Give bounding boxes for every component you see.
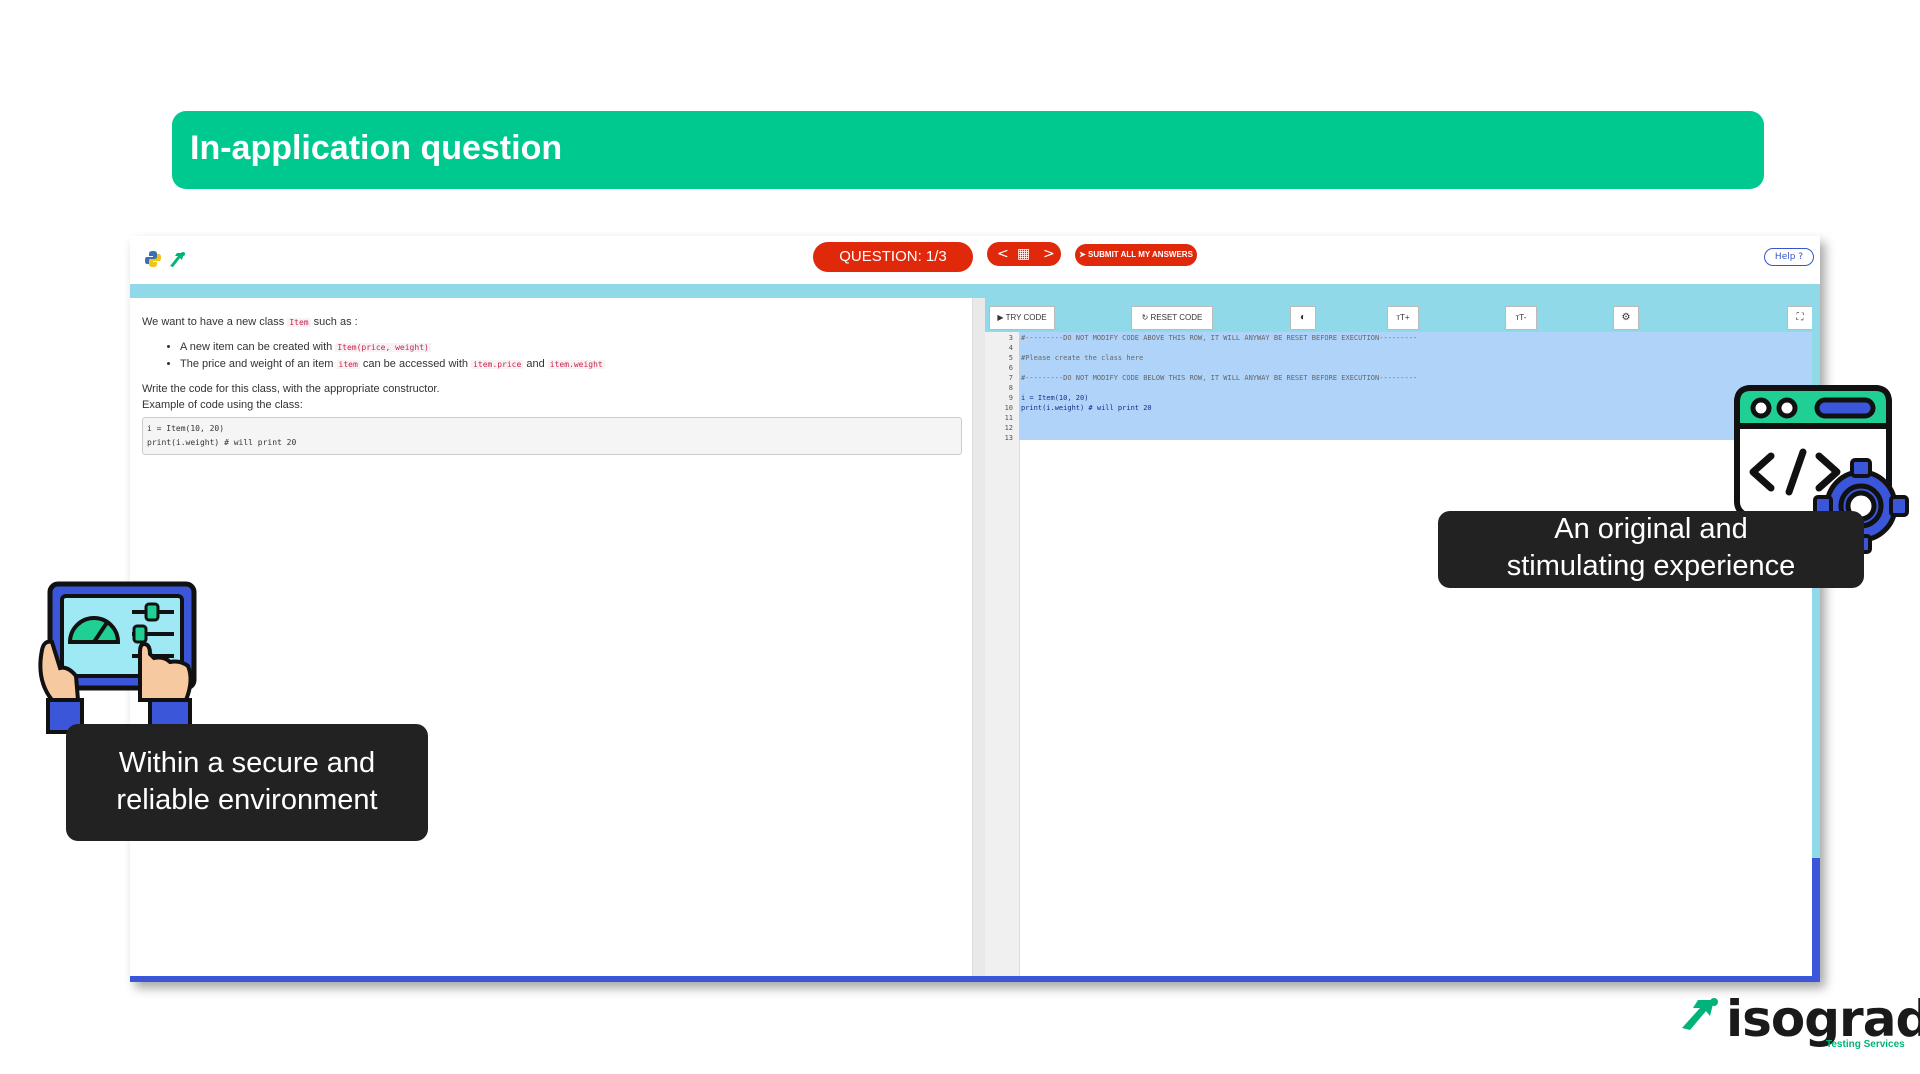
question-grid-icon[interactable]: ▦	[1017, 242, 1030, 266]
line-number: 4	[1008, 344, 1013, 352]
bottom-border	[130, 976, 1820, 982]
tablet-dashboard-icon	[38, 581, 197, 734]
font-decrease-button[interactable]: ᴛT-	[1505, 306, 1537, 330]
send-icon: ➤	[1079, 250, 1089, 259]
line-number: 11	[1004, 414, 1013, 422]
list-item: The price and weight of an item item can…	[180, 356, 962, 373]
prev-question-button[interactable]: <	[997, 242, 1009, 266]
inline-code: item.weight	[547, 360, 605, 369]
code-line: #---------DO NOT MODIFY CODE BELOW THIS …	[1021, 374, 1418, 382]
callout-original-experience: An original and stimulating experience	[1438, 511, 1864, 588]
pane-splitter[interactable]	[972, 298, 986, 982]
question-pane: We want to have a new class Item such as…	[130, 298, 972, 982]
code-line: #---------DO NOT MODIFY CODE ABOVE THIS …	[1021, 334, 1418, 342]
contrast-icon[interactable]: ◐	[1290, 306, 1316, 330]
inline-code: item	[336, 360, 360, 369]
editor-scrollbar[interactable]	[1812, 858, 1820, 982]
line-number: 12	[1004, 424, 1013, 432]
line-number: 7	[1008, 374, 1013, 382]
app-topbar: QUESTION: 1/3 < ▦ > ➤ SUBMIT ALL MY ANSW…	[130, 236, 1820, 284]
question-nav: < ▦ >	[987, 242, 1061, 266]
example-code-block: i = Item(10, 20) print(i.weight) # will …	[142, 417, 962, 455]
help-button[interactable]: Help ?	[1764, 248, 1814, 266]
python-logo-icon	[145, 251, 161, 267]
isograd-logo-icon	[1682, 998, 1718, 1030]
line-number: 3	[1008, 334, 1013, 342]
line-number: 8	[1008, 384, 1013, 392]
font-increase-button[interactable]: ᴛT+	[1387, 306, 1419, 330]
callout-secure-environment: Within a secure and reliable environment	[66, 724, 428, 841]
code-selection	[1019, 332, 1813, 440]
editor-pane: ▶ TRY CODE ↻ RESET CODE ◐ ᴛT+ ᴛT- ⚙ ⛶ 3 …	[985, 298, 1820, 982]
inline-code: item.price	[471, 360, 524, 369]
line-number: 10	[1004, 404, 1013, 412]
brand-subtitle: Testing Services	[1826, 1039, 1905, 1050]
code-line: print(i.weight) # will print 20	[1021, 404, 1152, 412]
inline-code: Item(price, weight)	[335, 343, 431, 352]
fullscreen-icon[interactable]: ⛶	[1787, 306, 1813, 330]
code-line: #Please create the class here	[1021, 354, 1144, 362]
editor-toolbar: ▶ TRY CODE ↻ RESET CODE ◐ ᴛT+ ᴛT- ⚙ ⛶	[985, 298, 1820, 332]
reset-code-button[interactable]: ↻ RESET CODE	[1131, 306, 1213, 330]
code-editor[interactable]: 3 4 5 6 7 8 9 10 11 12 13 #---------DO N…	[985, 332, 1813, 982]
try-code-button[interactable]: ▶ TRY CODE	[989, 306, 1055, 330]
title-banner: In-application question	[172, 111, 1764, 189]
banner-title: In-application question	[190, 129, 563, 167]
requirements-list: A new item can be created with Item(pric…	[142, 339, 962, 373]
line-gutter: 3 4 5 6 7 8 9 10 11 12 13	[985, 332, 1020, 982]
question-counter: QUESTION: 1/3	[813, 242, 973, 272]
submit-answers-button[interactable]: ➤ SUBMIT ALL MY ANSWERS	[1075, 244, 1197, 266]
line-number: 5	[1008, 354, 1013, 362]
instruction-text: Write the code for this class, with the …	[142, 383, 440, 395]
example-label: Example of code using the class:	[142, 399, 303, 411]
next-question-button[interactable]: >	[1043, 242, 1055, 266]
question-text: We want to have a new class Item such as…	[142, 314, 962, 455]
app-screenshot: QUESTION: 1/3 < ▦ > ➤ SUBMIT ALL MY ANSW…	[130, 236, 1820, 982]
isograd-mark-icon	[170, 252, 185, 267]
line-number: 9	[1008, 394, 1013, 402]
settings-icon[interactable]: ⚙	[1613, 306, 1639, 330]
header-strip	[130, 284, 1820, 298]
submit-answers-label: SUBMIT ALL MY ANSWERS	[1088, 250, 1193, 259]
line-number: 6	[1008, 364, 1013, 372]
question-intro: We want to have a new class Item such as…	[142, 316, 358, 328]
line-number: 13	[1004, 434, 1013, 442]
code-line: i = Item(10, 20)	[1021, 394, 1089, 402]
inline-code: Item	[287, 318, 311, 327]
list-item: A new item can be created with Item(pric…	[180, 339, 962, 356]
